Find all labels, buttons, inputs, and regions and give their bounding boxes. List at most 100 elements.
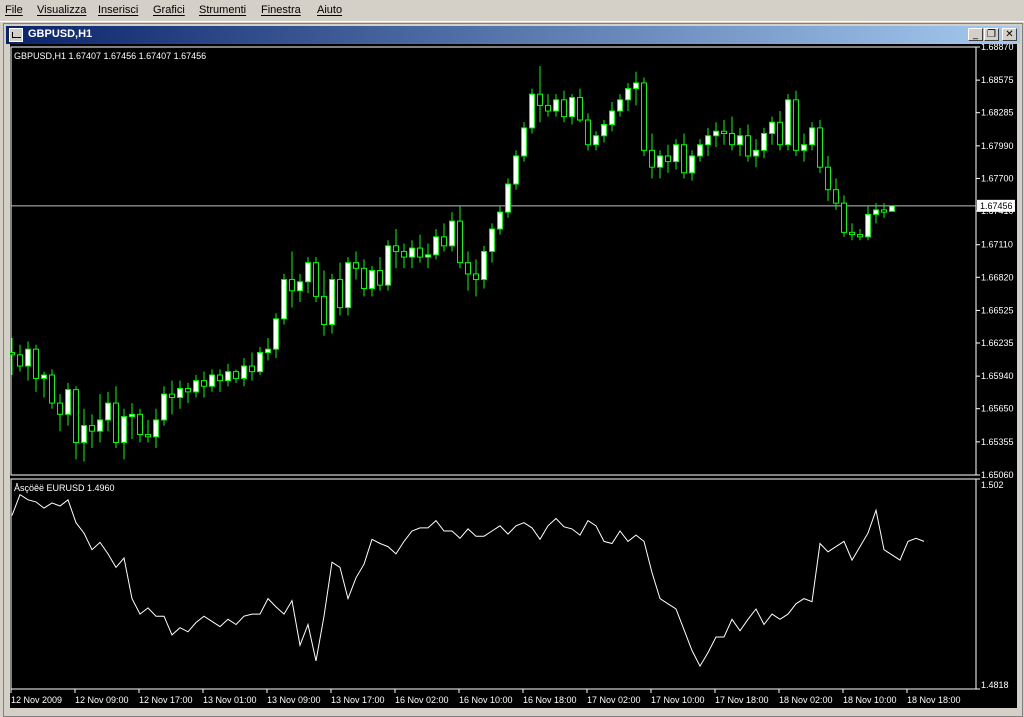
candle-body xyxy=(201,380,207,387)
candle-body xyxy=(161,393,167,421)
price-tick-label: 1.66525 xyxy=(981,305,1014,315)
candle-body xyxy=(297,281,303,292)
price-tick-label: 1.65355 xyxy=(981,437,1014,447)
candle-body xyxy=(273,318,279,350)
candle-body xyxy=(321,295,327,325)
candle-body xyxy=(449,220,455,247)
candle-body xyxy=(169,393,175,398)
candle-body xyxy=(185,388,191,393)
candle-body xyxy=(705,135,711,146)
candle-body xyxy=(761,132,767,151)
candle-body xyxy=(841,202,847,233)
candle-body xyxy=(793,99,799,151)
candle-body xyxy=(49,374,55,404)
candle-body xyxy=(361,267,367,290)
candle-body xyxy=(345,262,351,309)
candle-body xyxy=(825,166,831,191)
time-tick-label: 12 Nov 09:00 xyxy=(75,695,129,705)
menu-grafici[interactable]: Grafici xyxy=(153,4,185,16)
chart-canvas[interactable]: 1.68870 1.68575 1.68285 1.67990 1.67700 1.674… xyxy=(9,42,1017,708)
candle-body xyxy=(833,189,839,204)
candle-body xyxy=(505,183,511,213)
candle-body xyxy=(617,99,623,112)
indicator-info-label: Åsçöêë EURUSD 1.4960 xyxy=(14,483,115,493)
price-tick-label: 1.65650 xyxy=(981,404,1014,414)
indicator-axis: 1.502 1.4818 xyxy=(976,478,1009,690)
candle-body xyxy=(425,254,431,258)
indicator-frame xyxy=(10,478,977,690)
menu-file[interactable]: File xyxy=(5,4,23,16)
price-tick-label: 1.65060 xyxy=(981,470,1014,480)
time-tick-label: 13 Nov 17:00 xyxy=(331,695,385,705)
candle-body xyxy=(849,231,855,236)
candle-body xyxy=(369,270,375,290)
restore-button[interactable]: ❐ xyxy=(984,28,999,41)
chart-window-title: GBPUSD,H1 xyxy=(28,28,93,40)
time-tick-label: 17 Nov 18:00 xyxy=(715,695,769,705)
candle-body xyxy=(729,132,735,146)
candle-body xyxy=(873,209,879,215)
candle-body xyxy=(57,402,63,415)
price-tick-label: 1.67700 xyxy=(981,173,1014,183)
candle-body xyxy=(153,419,159,438)
candle-body xyxy=(433,236,439,256)
candle-body xyxy=(457,220,463,264)
candle-body xyxy=(233,371,239,379)
candle-body xyxy=(513,155,519,185)
candle-body xyxy=(561,99,567,118)
candle-body xyxy=(81,425,87,443)
time-tick-label: 16 Nov 02:00 xyxy=(395,695,449,705)
candle-body xyxy=(337,279,343,309)
candle-body xyxy=(121,416,127,443)
candle-body xyxy=(249,365,255,373)
candle-body xyxy=(817,127,823,168)
candle-body xyxy=(697,144,703,157)
chart-window-icon xyxy=(9,28,23,42)
price-axis: 1.68870 1.68575 1.68285 1.67990 1.67700 1.674… xyxy=(976,42,1014,480)
price-tick-label: 1.67990 xyxy=(981,141,1014,151)
candle-body xyxy=(721,130,727,134)
indicator-tick-label: 1.4818 xyxy=(981,680,1009,690)
candle-body xyxy=(377,270,383,286)
price-tick-label: 1.65940 xyxy=(981,371,1014,381)
candle-body xyxy=(257,352,263,373)
candle-body xyxy=(609,110,615,126)
candle-body xyxy=(217,374,223,382)
price-tick-label: 1.68575 xyxy=(981,75,1014,85)
close-button[interactable]: ✕ xyxy=(1002,28,1017,41)
price-tick-label: 1.67110 xyxy=(981,240,1013,250)
time-tick-label: 12 Nov 2009 xyxy=(11,695,62,705)
time-tick-label: 13 Nov 01:00 xyxy=(203,695,257,705)
candle-body xyxy=(785,99,791,146)
menu-finestra[interactable]: Finestra xyxy=(261,4,301,16)
chart-area[interactable]: 1.68870 1.68575 1.68285 1.67990 1.67700 1.674… xyxy=(9,42,1017,708)
candle-body xyxy=(265,348,271,354)
menu-inserisci[interactable]: Inserisci xyxy=(98,4,138,16)
chart-window-titlebar[interactable]: GBPUSD,H1 _ ❐ ✕ xyxy=(6,26,1020,44)
candle-body xyxy=(545,104,551,112)
menu-aiuto[interactable]: Aiuto xyxy=(317,4,342,16)
candle-body xyxy=(73,389,79,443)
menu-strumenti[interactable]: Strumenti xyxy=(199,4,246,16)
candle-body xyxy=(769,121,775,134)
candle-body xyxy=(489,228,495,252)
candle-body xyxy=(689,155,695,174)
candle-body xyxy=(889,205,895,212)
candle-body xyxy=(417,247,423,258)
candle-body xyxy=(89,425,95,432)
candle-body xyxy=(801,144,807,151)
time-tick-label: 18 Nov 18:00 xyxy=(907,695,961,705)
candle-body xyxy=(329,279,335,325)
minimize-button[interactable]: _ xyxy=(968,28,983,41)
candle-body xyxy=(225,371,231,382)
candle-body xyxy=(177,388,183,398)
candle-body xyxy=(737,135,743,146)
indicator-tick-label: 1.502 xyxy=(981,480,1004,490)
candle-body xyxy=(441,236,447,247)
candle-body xyxy=(289,279,295,292)
candle-body xyxy=(473,273,479,281)
candle-body xyxy=(209,374,215,387)
time-tick-label: 13 Nov 09:00 xyxy=(267,695,321,705)
candle-body xyxy=(665,155,671,163)
menu-visualizza[interactable]: Visualizza xyxy=(37,4,86,16)
